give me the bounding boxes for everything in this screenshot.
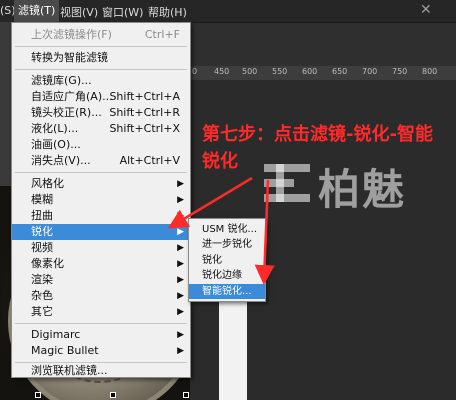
menu-item-adaptive-wide-angle[interactable]: 自适应广角(A)... Shift+Ctrl+A [12,89,190,105]
ruler-tick: 800 [422,67,438,76]
menu-item-label: 视频 [31,241,53,254]
submenu-arrow-icon: ▶ [177,227,184,237]
menu-item-label: 锐化 [31,225,53,238]
submenu-item-unsharp-mask[interactable]: USM 锐化... [189,222,265,237]
menubar-item-window[interactable]: 窗口(W) [102,4,143,20]
menu-item-pixelate[interactable]: 像素化 ▶ [12,256,190,272]
menu-separator [15,172,187,173]
menu-bar: (S) 滤镜(T) 视图(V) 窗口(W) 帮助(H) ✕ [0,0,456,23]
menu-item-last-filter[interactable]: 上次滤镜操作(F) Ctrl+F [12,27,190,43]
menubar-item-view[interactable]: 视图(V) [60,4,98,20]
sharpen-submenu: USM 锐化... 进一步锐化 锐化 锐化边缘 智能锐化... [188,218,266,302]
menu-item-label: 油画(O)... [31,138,81,151]
menu-item-video[interactable]: 视频 ▶ [12,240,190,256]
menu-item-label: Digimarc [31,328,81,341]
menubar-item-filter[interactable]: 滤镜(T) [14,0,60,22]
menu-item-oil-paint[interactable]: 油画(O)... [12,137,190,153]
submenu-item-label: 进一步锐化 [202,239,252,250]
menu-item-label: 转换为智能滤镜 [31,51,108,64]
menu-item-shortcut: Alt+Ctrl+V [119,154,180,167]
menu-item-convert-smart-filter[interactable]: 转换为智能滤镜 [12,50,190,66]
menu-item-label: 消失点(V)... [31,154,91,167]
submenu-arrow-icon: ▶ [177,330,184,340]
ruler-tick: 550 [272,67,288,76]
submenu-arrow-icon: ▶ [177,259,184,269]
submenu-item-sharpen[interactable]: 锐化 [189,253,265,268]
ruler-tick: 500 [242,67,258,76]
menu-item-vanishing-point[interactable]: 消失点(V)... Alt+Ctrl+V [12,153,190,169]
submenu-item-label: 锐化边缘 [202,270,242,281]
menu-item-label: 模糊 [31,193,53,206]
submenu-item-smart-sharpen[interactable]: 智能锐化... [189,284,265,299]
submenu-arrow-icon: ▶ [177,243,184,253]
submenu-item-label: USM 锐化... [202,224,258,235]
menu-item-label: 浏览联机滤镜... [31,364,108,377]
submenu-arrow-icon: ▶ [177,275,184,285]
menu-separator [15,323,187,324]
menu-item-label: 滤镜库(G)... [31,74,92,87]
menu-item-label: 扭曲 [31,209,53,222]
menu-item-shortcut: Shift+Ctrl+X [109,122,180,135]
menu-item-label: 渲染 [31,273,53,286]
close-icon[interactable]: ✕ [420,2,432,18]
ruler-tick: 650 [332,67,348,76]
submenu-arrow-icon: ▶ [177,195,184,205]
menu-item-noise[interactable]: 杂色 ▶ [12,288,190,304]
menu-separator [15,46,187,47]
filter-menu: 上次滤镜操作(F) Ctrl+F 转换为智能滤镜 滤镜库(G)... 自适应广角… [11,22,191,378]
menu-item-shortcut: Shift+Ctrl+R [109,106,180,119]
menu-item-lens-correction[interactable]: 镜头校正(R)... Shift+Ctrl+R [12,105,190,121]
menu-item-other[interactable]: 其它 ▶ [12,304,190,320]
menu-item-label: 其它 [31,305,53,318]
transform-handle[interactable] [110,392,116,398]
horizontal-ruler: 0 450 500 550 600 650 700 750 800 [190,66,456,81]
submenu-item-label: 锐化 [202,255,222,266]
step-annotation: 第七步：点击滤镜-锐化-智能锐化 [202,124,433,172]
submenu-arrow-icon: ▶ [177,291,184,301]
ruler-tick: 600 [302,67,318,76]
ruler-tick: 0 [192,67,198,76]
submenu-arrow-icon: ▶ [177,346,184,356]
menu-item-label: 液化(L)... [31,122,79,135]
menu-item-browse-online-filters[interactable]: 浏览联机滤镜... [12,363,190,379]
menu-item-digimarc[interactable]: Digimarc ▶ [12,327,190,343]
submenu-item-sharpen-more[interactable]: 进一步锐化 [189,237,265,252]
menu-item-label: 像素化 [31,257,64,270]
menu-separator [15,69,187,70]
menu-item-sharpen[interactable]: 锐化 ▶ [12,224,190,240]
menu-item-shortcut: Shift+Ctrl+A [109,90,180,103]
menu-item-filter-gallery[interactable]: 滤镜库(G)... [12,73,190,89]
menu-item-label: 杂色 [31,289,53,302]
submenu-arrow-icon: ▶ [177,179,184,189]
menu-item-blur[interactable]: 模糊 ▶ [12,192,190,208]
menu-item-shortcut: Ctrl+F [144,28,180,41]
submenu-arrow-icon: ▶ [177,211,184,221]
menu-item-label: 风格化 [31,177,64,190]
transform-handle[interactable] [35,392,41,398]
submenu-item-label: 智能锐化... [202,286,252,297]
menu-item-label: Magic Bullet [31,344,99,357]
canvas-white-area [219,296,247,400]
menu-item-label: 自适应广角(A)... [31,90,113,103]
transform-handle[interactable] [183,392,189,398]
menu-item-distort[interactable]: 扭曲 ▶ [12,208,190,224]
submenu-arrow-icon: ▶ [177,307,184,317]
menu-item-render[interactable]: 渲染 ▶ [12,272,190,288]
menubar-item-help[interactable]: 帮助(H) [148,4,187,20]
ruler-tick: 450 [214,67,230,76]
menu-item-magic-bullet[interactable]: Magic Bullet ▶ [12,343,190,359]
menu-item-stylize[interactable]: 风格化 ▶ [12,176,190,192]
submenu-item-sharpen-edges[interactable]: 锐化边缘 [189,268,265,283]
ruler-tick: 700 [362,67,378,76]
menu-item-label: 上次滤镜操作(F) [31,28,112,41]
menu-item-label: 镜头校正(R)... [31,106,102,119]
menu-item-liquify[interactable]: 液化(L)... Shift+Ctrl+X [12,121,190,137]
ruler-tick: 750 [392,67,408,76]
